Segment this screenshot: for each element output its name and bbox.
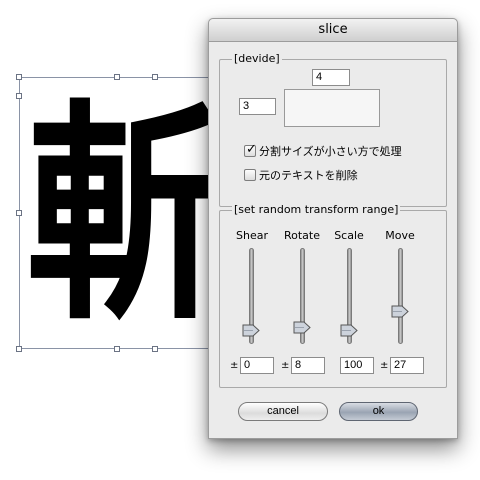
columns-field[interactable]: 4 [312, 69, 350, 86]
resize-handle-middle-left[interactable] [16, 210, 22, 216]
shear-value-field[interactable]: 0 [240, 357, 274, 374]
divide-preview-box [284, 89, 380, 127]
shear-slider-thumb[interactable] [242, 324, 260, 337]
resize-handle-bottom-left[interactable] [16, 346, 22, 352]
cancel-button[interactable]: cancel [238, 402, 328, 421]
delete-original-checkbox-label: 元のテキストを削除 [259, 169, 358, 182]
shrink-checkbox-label: 分割サイズが小さい方で処理 [259, 145, 402, 158]
resize-handle-inner[interactable] [16, 93, 22, 99]
resize-handle-top-left[interactable] [16, 74, 22, 80]
checkmark-icon: ✓ [246, 142, 257, 157]
resize-handle-bottom-right[interactable] [152, 346, 158, 352]
rotate-label: Rotate [283, 229, 320, 242]
move-value-field[interactable]: 27 [390, 357, 424, 374]
shear-plus-minus: ± [230, 360, 239, 371]
move-plus-minus: ± [380, 360, 389, 371]
scale-slider-thumb[interactable] [340, 324, 358, 337]
checkbox-row-delete[interactable]: 元のテキストを削除 [244, 167, 358, 182]
scale-value-field[interactable]: 100 [340, 357, 374, 374]
rotate-value-field[interactable]: 8 [291, 357, 325, 374]
resize-handle-top-right[interactable] [152, 74, 158, 80]
shrink-checkbox[interactable]: ✓ [244, 142, 257, 157]
delete-original-checkbox[interactable] [244, 169, 256, 181]
resize-handle-top-middle[interactable] [114, 74, 120, 80]
rotate-plus-minus: ± [281, 360, 290, 371]
divide-group-title: [devide] [232, 52, 282, 65]
transform-range-group: [set random transform range] Shear Rotat… [219, 203, 447, 388]
move-slider-thumb[interactable] [391, 305, 409, 318]
scale-label: Scale [334, 229, 364, 242]
transform-group-title: [set random transform range] [232, 203, 401, 216]
move-slider-track[interactable] [398, 248, 403, 344]
rotate-slider-thumb[interactable] [293, 321, 311, 334]
checkbox-row-shrink[interactable]: ✓ 分割サイズが小さい方で処理 [244, 142, 402, 158]
selection-bounding-box[interactable] [19, 77, 215, 349]
ok-button[interactable]: ok [339, 402, 418, 421]
move-label: Move [385, 229, 415, 242]
shear-label: Shear [236, 229, 268, 242]
dialog-title[interactable]: slice [209, 19, 457, 42]
slice-dialog: slice [devide] 4 3 ✓ 分割サイズが小さい方で処理 元のテキスト… [208, 18, 458, 439]
resize-handle-bottom-middle[interactable] [114, 346, 120, 352]
rows-field[interactable]: 3 [239, 98, 276, 115]
divide-group: [devide] 4 3 ✓ 分割サイズが小さい方で処理 元のテキストを削除 [219, 52, 447, 207]
